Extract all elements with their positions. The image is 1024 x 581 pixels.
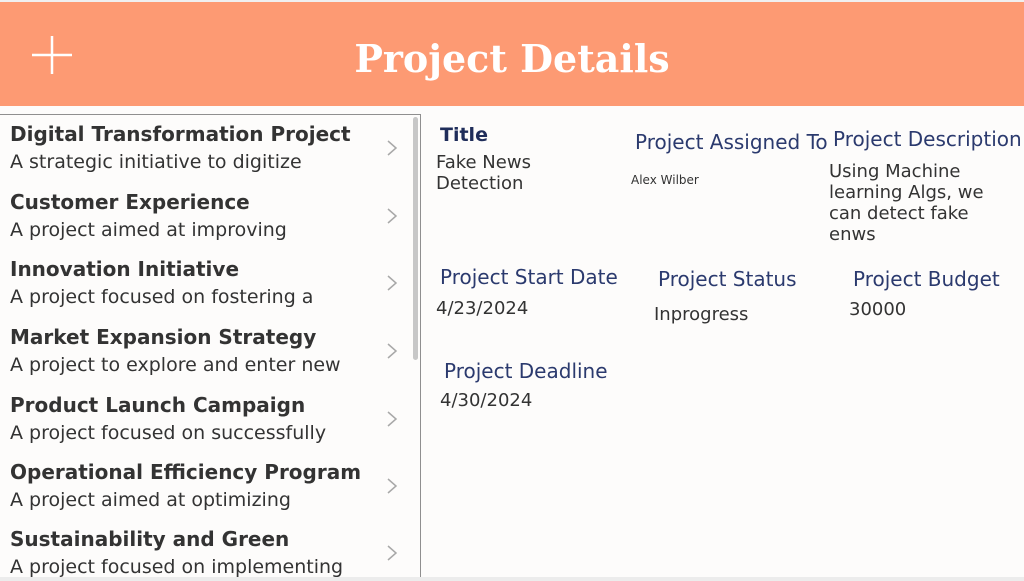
chevron-right-icon[interactable] bbox=[385, 544, 399, 562]
assigned-to-label: Project Assigned To bbox=[635, 130, 828, 154]
project-gallery[interactable]: Digital Transformation Project A strateg… bbox=[0, 114, 421, 578]
chevron-right-icon[interactable] bbox=[385, 139, 399, 157]
header-bar: Project Details bbox=[0, 0, 1024, 106]
description-label: Project Description bbox=[833, 127, 1022, 151]
gallery-item[interactable]: Customer Experience A project aimed at i… bbox=[0, 183, 410, 250]
item-title: Product Launch Campaign bbox=[10, 393, 306, 417]
deadline-label: Project Deadline bbox=[444, 359, 608, 383]
budget-value: 30000 bbox=[849, 299, 907, 320]
status-value: Inprogress bbox=[654, 304, 749, 325]
gallery-item[interactable]: Product Launch Campaign A project focuse… bbox=[0, 386, 410, 453]
title-value: Fake News Detection bbox=[436, 152, 531, 194]
gallery-scrollbar[interactable] bbox=[413, 117, 418, 360]
item-title: Digital Transformation Project bbox=[10, 122, 351, 146]
item-subtitle: A project aimed at optimizing bbox=[10, 489, 291, 511]
page-title: Project Details bbox=[354, 36, 670, 81]
status-label: Project Status bbox=[658, 267, 797, 291]
assigned-to-value: Alex Wilber bbox=[631, 173, 699, 187]
start-date-label: Project Start Date bbox=[440, 265, 618, 289]
start-date-value: 4/23/2024 bbox=[436, 298, 529, 319]
budget-label: Project Budget bbox=[853, 267, 1000, 291]
item-title: Innovation Initiative bbox=[10, 257, 240, 281]
title-label: Title bbox=[440, 124, 488, 146]
chevron-right-icon[interactable] bbox=[385, 342, 399, 360]
item-subtitle: A project to explore and enter new bbox=[10, 354, 341, 376]
item-subtitle: A project focused on fostering a bbox=[10, 286, 314, 308]
chevron-right-icon[interactable] bbox=[385, 410, 399, 428]
item-title: Customer Experience bbox=[10, 190, 250, 214]
app-screen: Project Details Digital Transformation P… bbox=[0, 0, 1024, 581]
bottom-bar bbox=[0, 577, 1024, 581]
gallery-item[interactable]: Digital Transformation Project A strateg… bbox=[0, 115, 410, 182]
description-value: Using Machine learning Algs, we can dete… bbox=[829, 161, 984, 245]
chevron-right-icon[interactable] bbox=[385, 274, 399, 292]
item-title: Sustainability and Green bbox=[10, 527, 290, 551]
item-subtitle: A project focused on successfully bbox=[10, 422, 327, 444]
item-subtitle: A strategic initiative to digitize bbox=[10, 151, 302, 173]
chevron-right-icon[interactable] bbox=[385, 477, 399, 495]
chevron-right-icon[interactable] bbox=[385, 207, 399, 225]
item-title: Operational Efficiency Program bbox=[10, 460, 362, 484]
item-subtitle: A project focused on implementing bbox=[10, 556, 344, 578]
gallery-item[interactable]: Market Expansion Strategy A project to e… bbox=[0, 318, 410, 385]
item-subtitle: A project aimed at improving bbox=[10, 219, 287, 241]
item-title: Market Expansion Strategy bbox=[10, 325, 317, 349]
deadline-value: 4/30/2024 bbox=[440, 390, 533, 411]
gallery-item[interactable]: Innovation Initiative A project focused … bbox=[0, 250, 410, 317]
gallery-item[interactable]: Operational Efficiency Program A project… bbox=[0, 453, 410, 520]
gallery-item[interactable]: Sustainability and Green A project focus… bbox=[0, 520, 410, 578]
